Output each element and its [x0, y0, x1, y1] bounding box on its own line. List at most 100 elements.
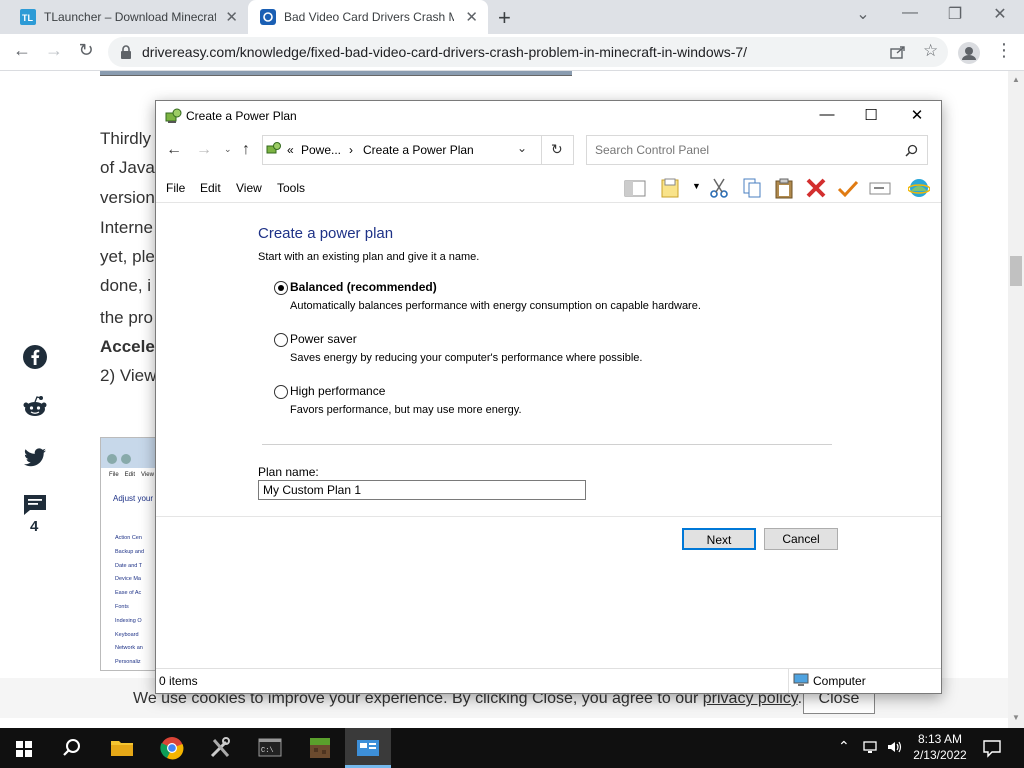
- status-item-count: 0 items: [159, 674, 198, 688]
- volume-icon[interactable]: [886, 739, 904, 755]
- page-title: Create a power plan: [258, 225, 394, 242]
- status-separator: [788, 669, 789, 693]
- search-icon[interactable]: [58, 734, 86, 762]
- tab-title: TLauncher – Download Minecraft: [44, 10, 216, 24]
- scroll-down-icon[interactable]: ▼: [1012, 713, 1020, 722]
- clock-date: 2/13/2022: [913, 748, 967, 762]
- menu-view[interactable]: View: [236, 181, 262, 195]
- close-window-icon[interactable]: ✕: [990, 4, 1010, 24]
- thumb-menu-item: View: [141, 472, 154, 478]
- undo-check-icon[interactable]: [837, 177, 859, 199]
- thumb-menu-item: File: [109, 472, 119, 478]
- article-line: done, i: [100, 276, 152, 295]
- radio-balanced[interactable]: [274, 281, 288, 295]
- paste-icon[interactable]: [773, 177, 795, 199]
- copy-icon[interactable]: [741, 177, 763, 199]
- browser-menu-icon[interactable]: ⋮: [992, 40, 1016, 61]
- properties-dropdown-icon[interactable]: ▼: [692, 181, 701, 191]
- computer-icon: [793, 673, 809, 686]
- tab-search-icon[interactable]: ⌄: [853, 4, 873, 24]
- refresh-icon[interactable]: ↻: [551, 141, 563, 158]
- radio-power-saver[interactable]: [274, 333, 288, 347]
- menu-tools[interactable]: Tools: [277, 181, 305, 195]
- option-label-high-performance[interactable]: High performance: [290, 384, 385, 398]
- breadcrumb-prefix[interactable]: «: [287, 143, 294, 157]
- thumb-list-item: Action Cen: [115, 535, 142, 541]
- thumb-list-item: Backup and: [115, 548, 145, 555]
- forward-icon[interactable]: →: [196, 141, 212, 159]
- address-breadcrumb[interactable]: « Powe... › Create a Power Plan ⌄ ↻: [262, 135, 574, 165]
- minimize-icon[interactable]: —: [900, 4, 920, 22]
- tab-tlauncher[interactable]: TL TLauncher – Download Minecraft ✕: [8, 0, 248, 34]
- network-icon[interactable]: [862, 739, 880, 755]
- minimize-icon[interactable]: —: [812, 106, 842, 123]
- reddit-icon[interactable]: [22, 394, 48, 420]
- back-icon[interactable]: ←: [10, 40, 34, 61]
- browser-toolbar: ← → ↻ drivereasy.com/knowledge/fixed-bad…: [0, 34, 1024, 71]
- delete-icon[interactable]: [805, 177, 827, 199]
- command-prompt-icon[interactable]: C:\: [256, 734, 284, 762]
- address-bar[interactable]: drivereasy.com/knowledge/fixed-bad-video…: [108, 37, 948, 67]
- internet-explorer-icon[interactable]: [908, 177, 930, 199]
- radio-high-performance[interactable]: [274, 385, 288, 399]
- search-box[interactable]: Search Control Panel: [586, 135, 928, 165]
- article-line: Accele: [100, 337, 155, 356]
- option-label-balanced[interactable]: Balanced (recommended): [290, 280, 437, 294]
- option-desc-power-saver: Saves energy by reducing your computer's…: [290, 352, 643, 364]
- thumb-heading: Adjust your: [113, 494, 154, 503]
- back-icon[interactable]: ←: [166, 141, 182, 159]
- lock-icon[interactable]: [120, 45, 132, 59]
- thumb-list: Action Cen Backup and Date and T Device …: [115, 532, 144, 670]
- page-scrollbar[interactable]: ▲ ▼: [1008, 71, 1024, 729]
- cancel-button[interactable]: Cancel: [764, 528, 838, 550]
- window-title: Create a Power Plan: [186, 109, 297, 123]
- option-desc-high-performance: Favors performance, but may use more ene…: [290, 404, 522, 416]
- rename-icon[interactable]: [869, 177, 891, 199]
- preview-pane-icon[interactable]: [624, 177, 646, 199]
- facebook-icon[interactable]: [22, 344, 48, 370]
- breadcrumb-current[interactable]: Create a Power Plan: [363, 143, 474, 157]
- close-tab-icon[interactable]: ✕: [465, 8, 478, 26]
- address-dropdown-icon[interactable]: ⌄: [517, 141, 527, 155]
- tab-drivereasy[interactable]: Bad Video Card Drivers Crash M ✕: [248, 0, 488, 34]
- article-line: the pro: [100, 308, 153, 327]
- chrome-icon[interactable]: [158, 734, 186, 762]
- menu-edit[interactable]: Edit: [200, 181, 221, 195]
- clock-time: 8:13 AM: [917, 732, 963, 746]
- file-explorer-icon[interactable]: [108, 734, 136, 762]
- search-placeholder[interactable]: Search Control Panel: [595, 143, 709, 157]
- tools-icon[interactable]: [206, 734, 234, 762]
- reload-icon[interactable]: ↻: [74, 40, 98, 61]
- notifications-icon[interactable]: [982, 738, 1002, 758]
- bookmark-star-icon[interactable]: ☆: [923, 41, 938, 61]
- breadcrumb-parent[interactable]: Powe...: [301, 143, 341, 157]
- close-icon[interactable]: ✕: [902, 106, 932, 124]
- forward-icon[interactable]: →: [42, 40, 66, 61]
- minecraft-icon[interactable]: [306, 734, 334, 762]
- scroll-up-icon[interactable]: ▲: [1012, 75, 1020, 84]
- plan-name-input[interactable]: [258, 480, 586, 500]
- page-subtitle: Start with an existing plan and give it …: [258, 251, 480, 263]
- next-button[interactable]: Next: [682, 528, 756, 550]
- twitter-icon[interactable]: [22, 444, 48, 470]
- thumb-list-item: Device Ma: [115, 576, 141, 583]
- properties-icon[interactable]: [660, 177, 682, 199]
- cut-icon[interactable]: [708, 177, 730, 199]
- profile-avatar-icon[interactable]: [958, 42, 980, 64]
- comment-icon[interactable]: [22, 492, 48, 518]
- show-hidden-icons-icon[interactable]: ⌃: [838, 738, 850, 755]
- restore-icon[interactable]: ❐: [945, 4, 965, 24]
- menu-file[interactable]: File: [166, 181, 185, 195]
- system-clock[interactable]: 8:13 AM 2/13/2022: [905, 731, 975, 763]
- up-icon[interactable]: ↑: [242, 141, 250, 159]
- new-tab-button[interactable]: +: [498, 5, 511, 31]
- share-icon[interactable]: [890, 45, 906, 59]
- windows-start-icon[interactable]: [10, 734, 38, 762]
- control-panel-taskbar-icon[interactable]: [354, 734, 382, 762]
- close-tab-icon[interactable]: ✕: [225, 8, 238, 26]
- recent-locations-icon[interactable]: ⌄: [224, 144, 232, 155]
- maximize-icon[interactable]: ☐: [856, 106, 886, 124]
- option-label-power-saver[interactable]: Power saver: [290, 332, 357, 346]
- scrollbar-thumb[interactable]: [1010, 256, 1022, 286]
- search-icon[interactable]: [905, 144, 918, 157]
